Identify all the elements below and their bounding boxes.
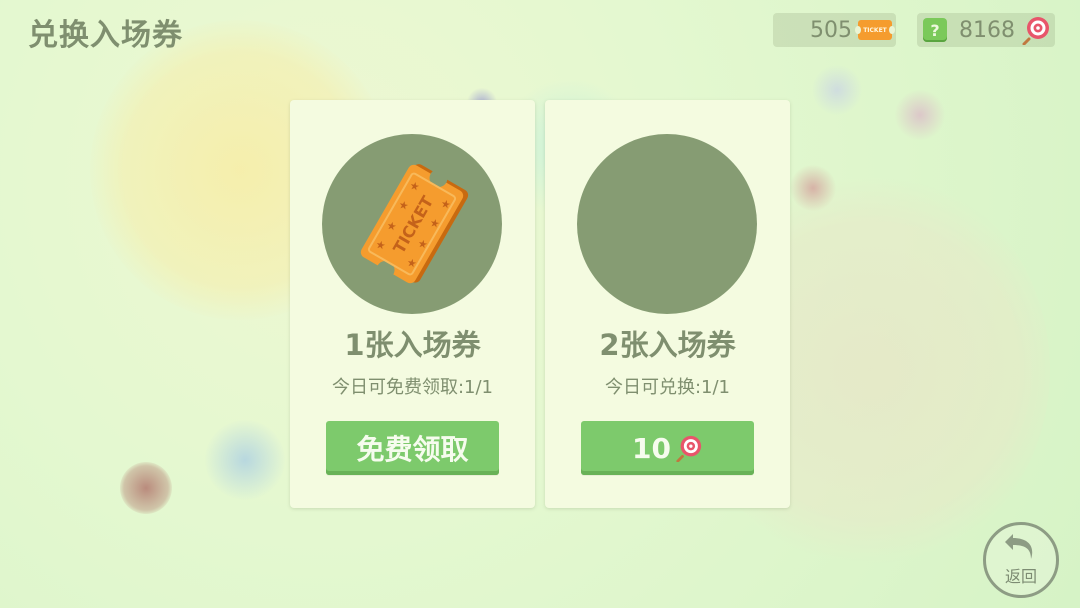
- offer-subtitle: 今日可免费领取:1/1: [331, 377, 494, 398]
- ticket-icon-text: TICKET: [863, 26, 887, 34]
- bg-bubble: [205, 420, 285, 500]
- lollipop-icon: [676, 435, 702, 462]
- offer-subtitle: 今日可兑换:1/1: [604, 377, 731, 398]
- bg-bubble: [790, 165, 836, 211]
- page-title: 兑换入场券: [28, 18, 183, 53]
- offer-title: 2张入场券: [599, 328, 736, 362]
- candy-count: 8168: [959, 17, 1015, 43]
- offer-image-circle: [577, 134, 757, 314]
- offer-image-circle: TICKET ★ ★ ★ ★ ★ ★ ★ ★: [322, 134, 502, 314]
- ticket-offer-card-2: 2张入场券 今日可兑换:1/1 10: [545, 100, 790, 508]
- ticket-icon: TICKET: [855, 20, 895, 40]
- back-button[interactable]: 返回: [983, 522, 1059, 598]
- ticket-count: 505: [810, 17, 852, 43]
- exchange-price: 10: [632, 431, 671, 465]
- back-label: 返回: [1004, 567, 1037, 586]
- exchange-button[interactable]: 10: [581, 421, 754, 475]
- bg-bubble: [120, 462, 172, 514]
- claim-free-button[interactable]: 免费领取: [326, 421, 499, 475]
- ticket-offer-card-1: TICKET ★ ★ ★ ★ ★ ★ ★ ★ 1张入场券 今日可免费领取:1/1 免费领取: [290, 100, 535, 508]
- ticket-counter: 505 TICKET: [773, 13, 896, 47]
- bg-bubble: [812, 65, 862, 115]
- candy-counter: ? 8168: [917, 13, 1055, 47]
- plus-icon[interactable]: ?: [923, 18, 947, 42]
- offer-title: 1张入场券: [344, 328, 481, 362]
- lollipop-icon: [1022, 17, 1049, 45]
- claim-free-label: 免费领取: [356, 433, 469, 466]
- bg-bubble: [895, 90, 945, 140]
- ticket-icon: TICKET ★★★★ ★★★★: [360, 164, 469, 284]
- plus-icon-label: ?: [930, 20, 940, 40]
- return-arrow-icon: [1005, 534, 1033, 559]
